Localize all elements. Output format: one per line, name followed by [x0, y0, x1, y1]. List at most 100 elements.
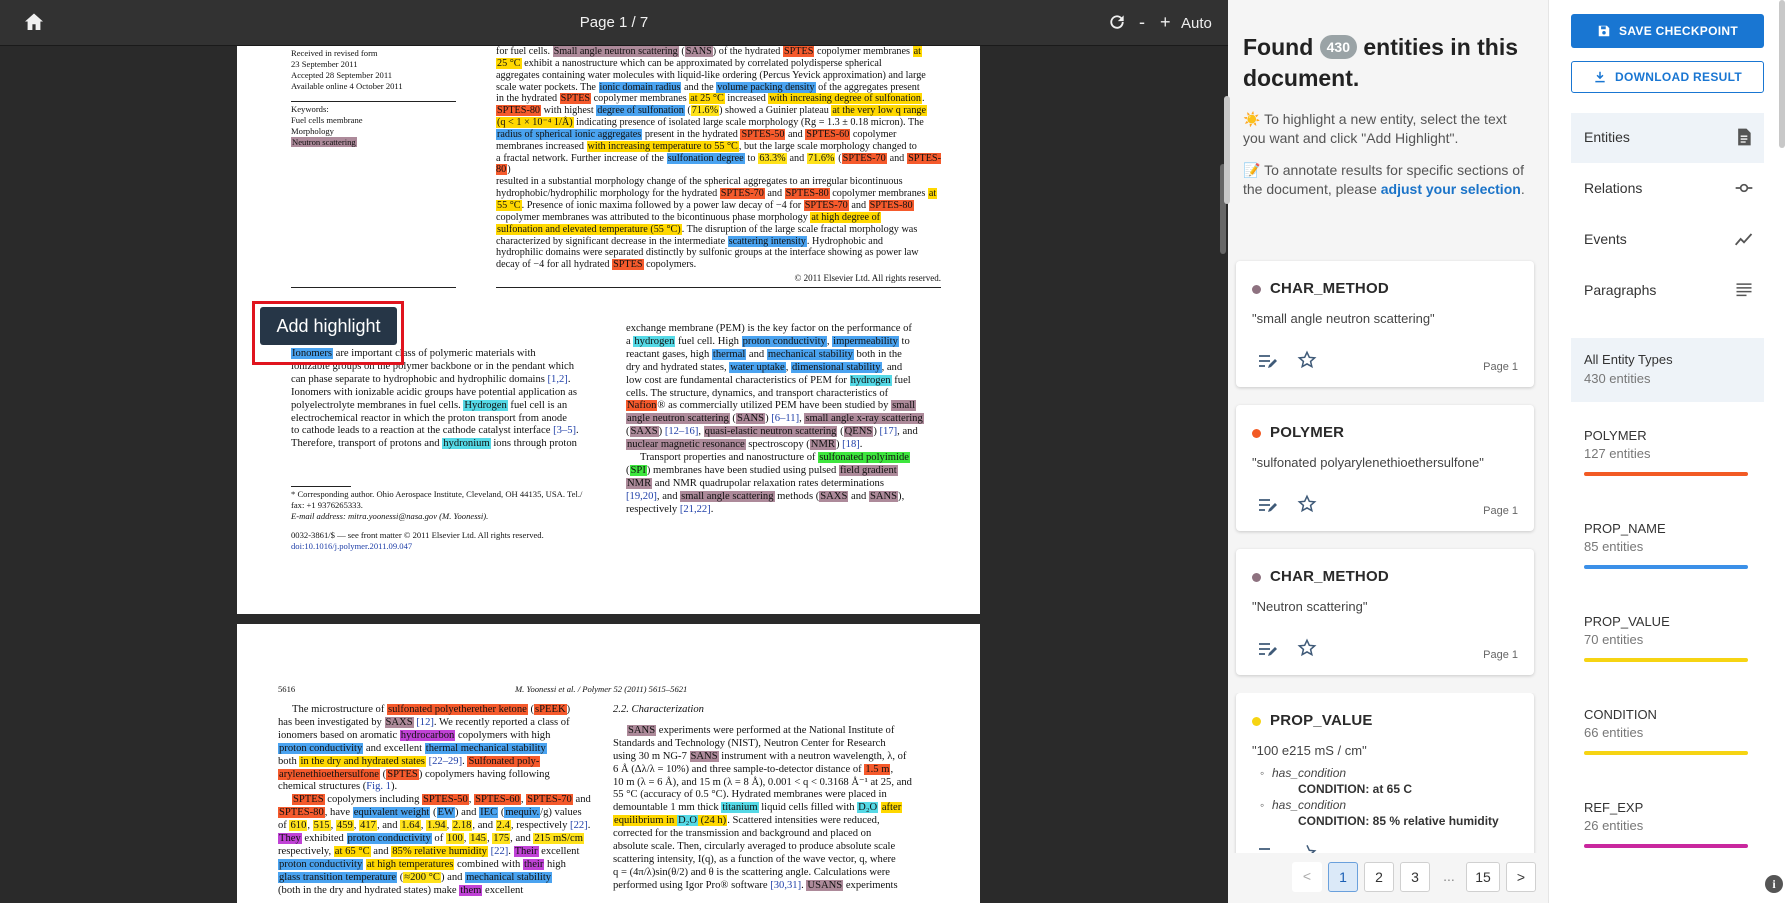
entity-card[interactable]: POLYMER "sulfonated polyarylenethioether… [1236, 405, 1534, 531]
entity-highlight[interactable]: at high degree of [810, 211, 882, 223]
edit-icon[interactable] [1258, 496, 1278, 514]
entity-highlight[interactable]: volume packing density [716, 81, 816, 93]
entity-highlight[interactable]: SANS [689, 750, 719, 762]
entity-highlight[interactable]: hydrogen [633, 335, 676, 347]
entity-highlight[interactable]: SPTES [559, 93, 592, 105]
entity-highlight[interactable]: SPTES-60 [474, 794, 521, 806]
nav-entities[interactable]: Entities [1571, 113, 1764, 163]
entity-highlight[interactable]: SPTES-50 [740, 128, 786, 140]
entity-highlight[interactable]: dimensional stability [790, 361, 882, 373]
entity-highlight[interactable]: mechanical stability [465, 871, 553, 883]
entity-highlight[interactable]: SPTES-80 [278, 807, 325, 819]
entity-highlight[interactable]: in the dry and hydrated states [299, 755, 426, 767]
entity-highlight[interactable]: angle neutron scattering [626, 413, 730, 425]
entity-type-ref-exp[interactable]: REF_EXP 26 entities [1571, 787, 1764, 859]
entity-highlight[interactable]: Hydrogen [463, 399, 508, 411]
entity-highlight[interactable]: SPTES-70 [719, 188, 765, 200]
doi-link[interactable]: doi:10.1016/j.polymer.2011.09.047 [291, 541, 631, 552]
entity-highlight[interactable]: hydrocarbon [399, 729, 456, 741]
entity-highlight[interactable]: radius of spherical ionic aggregates [496, 128, 643, 140]
entity-highlight[interactable]: ≈200 °C [403, 871, 441, 883]
entity-highlight[interactable]: 1.5 m [864, 763, 891, 775]
entity-highlight[interactable]: scattering intensity [727, 235, 807, 247]
entity-highlight[interactable]: at 25 °C [689, 93, 725, 105]
entity-highlight[interactable]: sulfonated polyimide [818, 452, 910, 464]
entity-highlight[interactable]: thermal mechanical stability [424, 742, 547, 754]
all-entity-types[interactable]: All Entity Types 430 entities [1571, 338, 1764, 402]
entity-highlight[interactable]: water uptake [729, 361, 786, 373]
entity-type-prop-name[interactable]: PROP_NAME 85 entities [1571, 508, 1764, 580]
entity-highlight[interactable]: small angle x-ray scattering [804, 413, 924, 425]
entity-highlight[interactable]: SPTES-80 [496, 105, 542, 117]
nav-relations[interactable]: Relations [1571, 164, 1764, 214]
entity-highlight[interactable]: small [891, 400, 917, 412]
entity-highlight[interactable]: SPTES-70 [526, 794, 573, 806]
entity-highlight[interactable]: 1.64 [400, 820, 421, 832]
zoom-in-button[interactable]: + [1160, 12, 1171, 32]
entity-highlight[interactable]: hydronium [442, 438, 491, 450]
scrollbar-thumb[interactable] [1224, 96, 1230, 204]
entity-card[interactable]: CHAR_METHOD "small angle neutron scatter… [1236, 261, 1534, 387]
entity-highlight[interactable]: at [927, 188, 938, 200]
entity-highlight[interactable]: 417 [359, 820, 377, 832]
entity-highlight[interactable]: proton conductivity [346, 833, 432, 845]
page-button[interactable]: 3 [1400, 862, 1430, 892]
page-button[interactable]: 1 [1328, 862, 1358, 892]
entity-highlight[interactable]: EW [436, 807, 455, 819]
entity-highlight[interactable]: 215 mS/cm [533, 833, 584, 845]
entity-highlight[interactable]: field gradient [838, 464, 898, 476]
entity-highlight[interactable]: sPEEK [534, 704, 567, 715]
entity-highlight[interactable]: 145 [469, 833, 487, 845]
entity-highlight[interactable]: with increasing degree of sulfonation [768, 93, 922, 105]
edit-icon[interactable] [1258, 640, 1278, 658]
edit-icon[interactable] [1258, 352, 1278, 370]
entity-highlight[interactable]: SPTES-70 [841, 152, 887, 164]
entity-highlight[interactable]: degree of sulfonation [596, 105, 685, 117]
home-icon[interactable] [22, 10, 46, 34]
save-checkpoint-button[interactable]: SAVE CHECKPOINT [1571, 14, 1764, 48]
entity-highlight[interactable]: SPTES [386, 768, 419, 780]
entity-highlight[interactable]: hydrogen [849, 374, 892, 386]
entity-highlight[interactable]: 459 [335, 820, 354, 832]
nav-events[interactable]: Events [1571, 215, 1764, 265]
entity-highlight[interactable]: SANS [684, 46, 713, 57]
entity-highlight[interactable]: 1.94 [426, 820, 447, 832]
entity-highlight[interactable]: arylenethioethersulfone [278, 768, 381, 780]
edit-icon[interactable] [1258, 845, 1278, 853]
entity-highlight[interactable]: Their [513, 845, 539, 857]
entity-highlight[interactable]: NMR [809, 439, 836, 451]
entity-highlight[interactable]: SANS [735, 413, 766, 425]
entity-highlight[interactable]: 71.6% [807, 152, 836, 164]
next-page-button[interactable]: > [1506, 862, 1536, 892]
entity-highlight[interactable]: 175 [492, 833, 511, 845]
entity-highlight[interactable]: SPTES-80 [784, 188, 830, 200]
entity-highlight[interactable]: 25 °C [496, 57, 522, 69]
entity-highlight[interactable]: equivalent weight [352, 807, 431, 819]
entity-highlight[interactable]: IEC [479, 807, 499, 819]
entity-highlight[interactable]: them [459, 884, 483, 896]
entity-highlight[interactable]: proton conductivity [278, 858, 364, 870]
entity-highlight[interactable]: sulfonation degree [666, 152, 745, 164]
entities-scrollbar[interactable] [1222, 0, 1230, 903]
entity-highlight[interactable]: 63.3% [758, 152, 787, 164]
entity-highlight[interactable]: SPTES [612, 259, 644, 271]
entity-type-polymer[interactable]: POLYMER 127 entities [1571, 415, 1764, 487]
entity-highlight[interactable]: at the very low q range [831, 105, 928, 117]
entity-highlight[interactable]: at high temperatures [365, 858, 455, 870]
star-icon[interactable] [1297, 350, 1317, 370]
entity-highlight[interactable]: SAXS [629, 426, 659, 438]
download-result-button[interactable]: DOWNLOAD RESULT [1571, 61, 1764, 93]
entity-highlight[interactable]: SPTES [292, 794, 325, 806]
entity-highlight[interactable]: NMR [626, 477, 653, 489]
sidebar-scrollbar[interactable] [1776, 0, 1788, 903]
entity-highlight[interactable]: SPTES [782, 46, 815, 57]
entity-card[interactable]: CHAR_METHOD "Neutron scattering" Page 1 [1236, 549, 1534, 675]
entity-highlight[interactable]: SPTES-50 [422, 794, 469, 806]
entity-highlight[interactable]: at [912, 46, 922, 57]
refresh-icon[interactable] [1107, 12, 1127, 32]
entity-highlight[interactable]: SPTES-70 [803, 199, 849, 211]
entity-highlight[interactable]: D₂O [857, 802, 879, 814]
entity-highlight[interactable]: ionic domain radius [598, 81, 682, 93]
zoom-out-button[interactable]: - [1139, 12, 1145, 32]
entity-highlight[interactable]: Nafion [626, 400, 658, 412]
